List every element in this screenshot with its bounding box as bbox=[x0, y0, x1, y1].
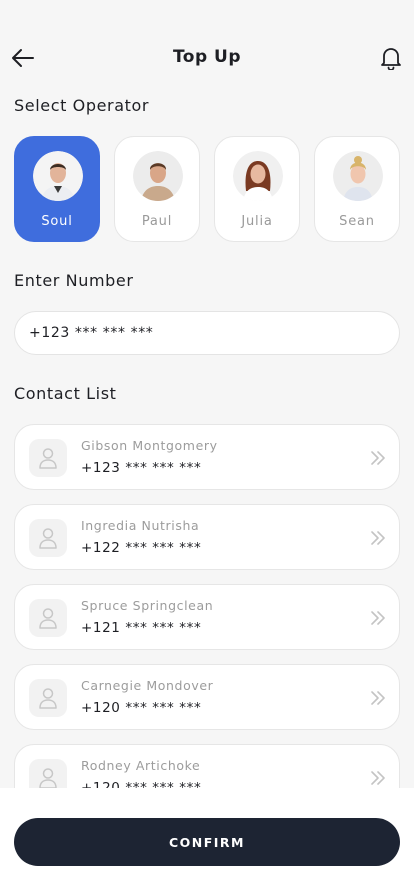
contact-number: +123 *** *** *** bbox=[81, 460, 202, 476]
contact-name: Gibson Montgomery bbox=[81, 438, 218, 453]
select-operator-heading: Select Operator bbox=[14, 96, 150, 115]
phone-number-input[interactable] bbox=[14, 311, 400, 355]
page-title: Top Up bbox=[172, 47, 242, 67]
contact-name: Spruce Springclean bbox=[81, 598, 214, 613]
contact-item[interactable]: Rodney Artichoke +120 *** *** *** bbox=[14, 744, 400, 788]
avatar bbox=[233, 151, 283, 201]
operator-card-sean[interactable]: Sean bbox=[314, 136, 400, 242]
operator-name: Julia bbox=[241, 214, 273, 229]
contact-item[interactable]: Ingredia Nutrisha +122 *** *** *** bbox=[14, 504, 400, 570]
user-icon bbox=[29, 599, 67, 637]
enter-number-heading: Enter Number bbox=[14, 271, 134, 290]
operator-name: Soul bbox=[41, 214, 73, 229]
header: Top Up bbox=[0, 36, 414, 80]
avatar bbox=[133, 151, 183, 201]
operator-card-julia[interactable]: Julia bbox=[214, 136, 300, 242]
contact-name: Carnegie Mondover bbox=[81, 678, 214, 693]
double-chevron-right-icon bbox=[371, 531, 385, 545]
avatar bbox=[333, 151, 383, 201]
bottom-bar: CONFIRM bbox=[0, 788, 414, 896]
operator-name: Paul bbox=[141, 214, 173, 229]
contact-name: Ingredia Nutrisha bbox=[81, 518, 200, 533]
contact-number: +121 *** *** *** bbox=[81, 620, 202, 636]
contact-item[interactable]: Spruce Springclean +121 *** *** *** bbox=[14, 584, 400, 650]
contact-name: Rodney Artichoke bbox=[81, 758, 201, 773]
operator-card-paul[interactable]: Paul bbox=[114, 136, 200, 242]
top-up-screen: Top Up Select Operator Soul Paul Julia S… bbox=[0, 0, 414, 896]
double-chevron-right-icon bbox=[371, 691, 385, 705]
contact-number: +120 *** *** *** bbox=[81, 700, 202, 716]
double-chevron-right-icon bbox=[371, 611, 385, 625]
user-icon bbox=[29, 759, 67, 788]
contact-number: +120 *** *** *** bbox=[81, 780, 202, 788]
contact-list: Gibson Montgomery +123 *** *** *** Ingre… bbox=[14, 424, 400, 788]
user-icon bbox=[29, 439, 67, 477]
user-icon bbox=[29, 679, 67, 717]
double-chevron-right-icon bbox=[371, 451, 385, 465]
operator-name: Sean bbox=[339, 214, 375, 229]
contact-number: +122 *** *** *** bbox=[81, 540, 202, 556]
avatar bbox=[33, 151, 83, 201]
notifications-button[interactable] bbox=[380, 46, 402, 71]
double-chevron-right-icon bbox=[371, 771, 385, 785]
contact-item[interactable]: Carnegie Mondover +120 *** *** *** bbox=[14, 664, 400, 730]
bell-icon bbox=[381, 48, 401, 71]
contact-list-heading: Contact List bbox=[14, 384, 117, 403]
operator-card-soul[interactable]: Soul bbox=[14, 136, 100, 242]
confirm-button[interactable]: CONFIRM bbox=[14, 818, 400, 866]
user-icon bbox=[29, 519, 67, 557]
contact-item[interactable]: Gibson Montgomery +123 *** *** *** bbox=[14, 424, 400, 490]
operator-list: Soul Paul Julia Sean bbox=[14, 136, 414, 242]
